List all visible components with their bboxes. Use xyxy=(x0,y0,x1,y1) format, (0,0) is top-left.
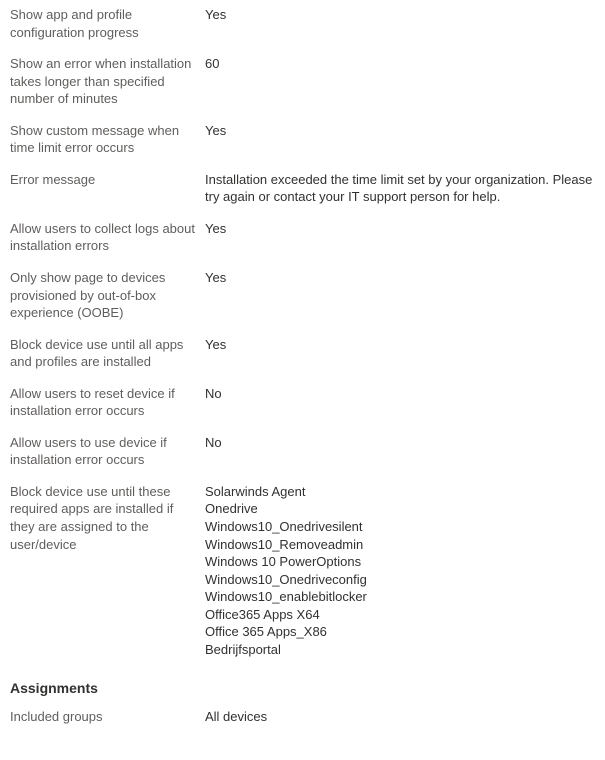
required-app-item: Windows 10 PowerOptions xyxy=(205,553,595,571)
setting-label: Allow users to reset device if installat… xyxy=(10,385,205,420)
required-app-item: Bedrijfsportal xyxy=(205,641,595,659)
setting-row-required-apps: Block device use until these required ap… xyxy=(10,483,595,658)
required-app-item: Office365 Apps X64 xyxy=(205,606,595,624)
setting-label: Block device use until these required ap… xyxy=(10,483,205,553)
setting-label: Only show page to devices provisioned by… xyxy=(10,269,205,322)
setting-row: Show an error when installation takes lo… xyxy=(10,55,595,108)
setting-row: Show app and profile configuration progr… xyxy=(10,6,595,41)
setting-row: Allow users to use device if installatio… xyxy=(10,434,595,469)
assignments-included-groups-label: Included groups xyxy=(10,708,205,726)
setting-row: Allow users to reset device if installat… xyxy=(10,385,595,420)
setting-value: Yes xyxy=(205,220,595,238)
setting-row: Error messageInstallation exceeded the t… xyxy=(10,171,595,206)
required-app-item: Windows10_enablebitlocker xyxy=(205,588,595,606)
setting-label: Show an error when installation takes lo… xyxy=(10,55,205,108)
setting-label: Show custom message when time limit erro… xyxy=(10,122,205,157)
assignments-heading: Assignments xyxy=(10,680,595,696)
setting-row: Show custom message when time limit erro… xyxy=(10,122,595,157)
required-app-item: Solarwinds Agent xyxy=(205,483,595,501)
setting-value: Yes xyxy=(205,336,595,354)
setting-label: Block device use until all apps and prof… xyxy=(10,336,205,371)
setting-value: Yes xyxy=(205,269,595,287)
settings-page: Show app and profile configuration progr… xyxy=(0,0,605,760)
assignments-included-groups-row: Included groups All devices xyxy=(10,708,595,726)
setting-label: Allow users to use device if installatio… xyxy=(10,434,205,469)
required-app-item: Windows10_Onedriveconfig xyxy=(205,571,595,589)
setting-value: No xyxy=(205,385,595,403)
setting-row: Allow users to collect logs about instal… xyxy=(10,220,595,255)
setting-row: Only show page to devices provisioned by… xyxy=(10,269,595,322)
required-app-item: Onedrive xyxy=(205,500,595,518)
setting-label: Show app and profile configuration progr… xyxy=(10,6,205,41)
required-app-item: Office 365 Apps_X86 xyxy=(205,623,595,641)
setting-value-list: Solarwinds AgentOnedriveWindows10_Onedri… xyxy=(205,483,595,658)
setting-value: No xyxy=(205,434,595,452)
assignments-included-groups-value: All devices xyxy=(205,708,595,726)
required-app-item: Windows10_Removeadmin xyxy=(205,536,595,554)
setting-value: Yes xyxy=(205,6,595,24)
required-app-item: Windows10_Onedrivesilent xyxy=(205,518,595,536)
setting-label: Error message xyxy=(10,171,205,189)
setting-value: Yes xyxy=(205,122,595,140)
setting-row: Block device use until all apps and prof… xyxy=(10,336,595,371)
setting-value: 60 xyxy=(205,55,595,73)
setting-label: Allow users to collect logs about instal… xyxy=(10,220,205,255)
setting-value: Installation exceeded the time limit set… xyxy=(205,171,595,206)
